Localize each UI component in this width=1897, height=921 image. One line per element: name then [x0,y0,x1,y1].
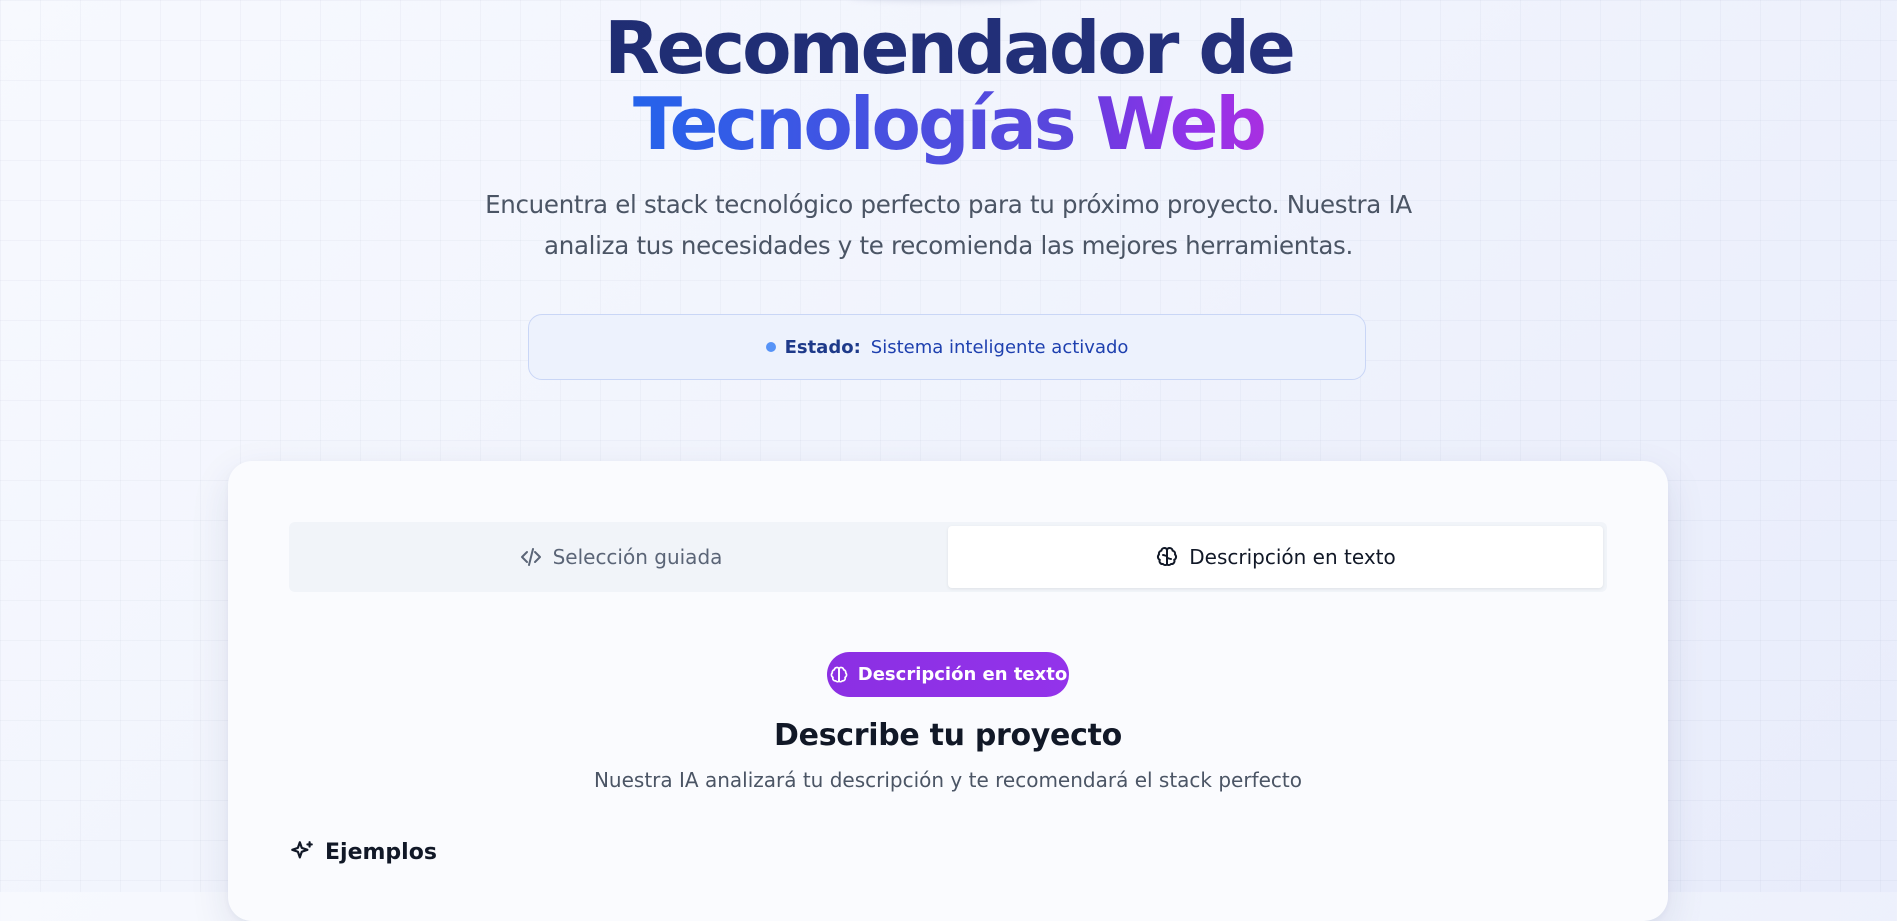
examples-title: Ejemplos [325,839,437,865]
status-banner: Estado: Sistema inteligente activado [528,314,1366,380]
status-value: Sistema inteligente activado [870,336,1129,358]
tab-guided-selection-label: Selección guiada [552,545,723,569]
status-dot-icon [765,342,776,352]
mode-badge-label: Descripción en texto [857,664,1068,685]
brain-icon [830,666,848,683]
title-line-1: Recomendador de [0,10,1897,86]
tab-text-description-label: Descripción en texto [1189,545,1396,569]
examples-header: Ejemplos [289,839,437,865]
code-icon [520,548,541,566]
tab-guided-selection[interactable]: Selección guiada [293,526,948,588]
hero-subtitle: Encuentra el stack tecnológico perfecto … [485,190,1412,260]
brain-icon [1157,547,1178,567]
section-description: Nuestra IA analizará tu descripción y te… [593,768,1303,792]
tab-text-description[interactable]: Descripción en texto [948,526,1603,588]
title-web: Web [1095,82,1267,166]
title-technologies: Tecnologías [633,82,1077,166]
hero-section: Recomendador de Tecnologías Web Encuentr… [0,0,1897,266]
page-title: Recomendador de Tecnologías Web [0,0,1897,162]
status-label: Estado: [784,336,861,358]
sparkles-icon [291,841,313,859]
mode-badge: Descripción en texto [827,652,1069,697]
section-heading: Describe tu proyecto [774,718,1122,753]
mode-tabs: Selección guiada Descripción en texto [289,522,1607,592]
title-line-2: Tecnologías Web [0,86,1897,162]
recommender-card: Selección guiada Descripción en texto De… [228,461,1668,921]
